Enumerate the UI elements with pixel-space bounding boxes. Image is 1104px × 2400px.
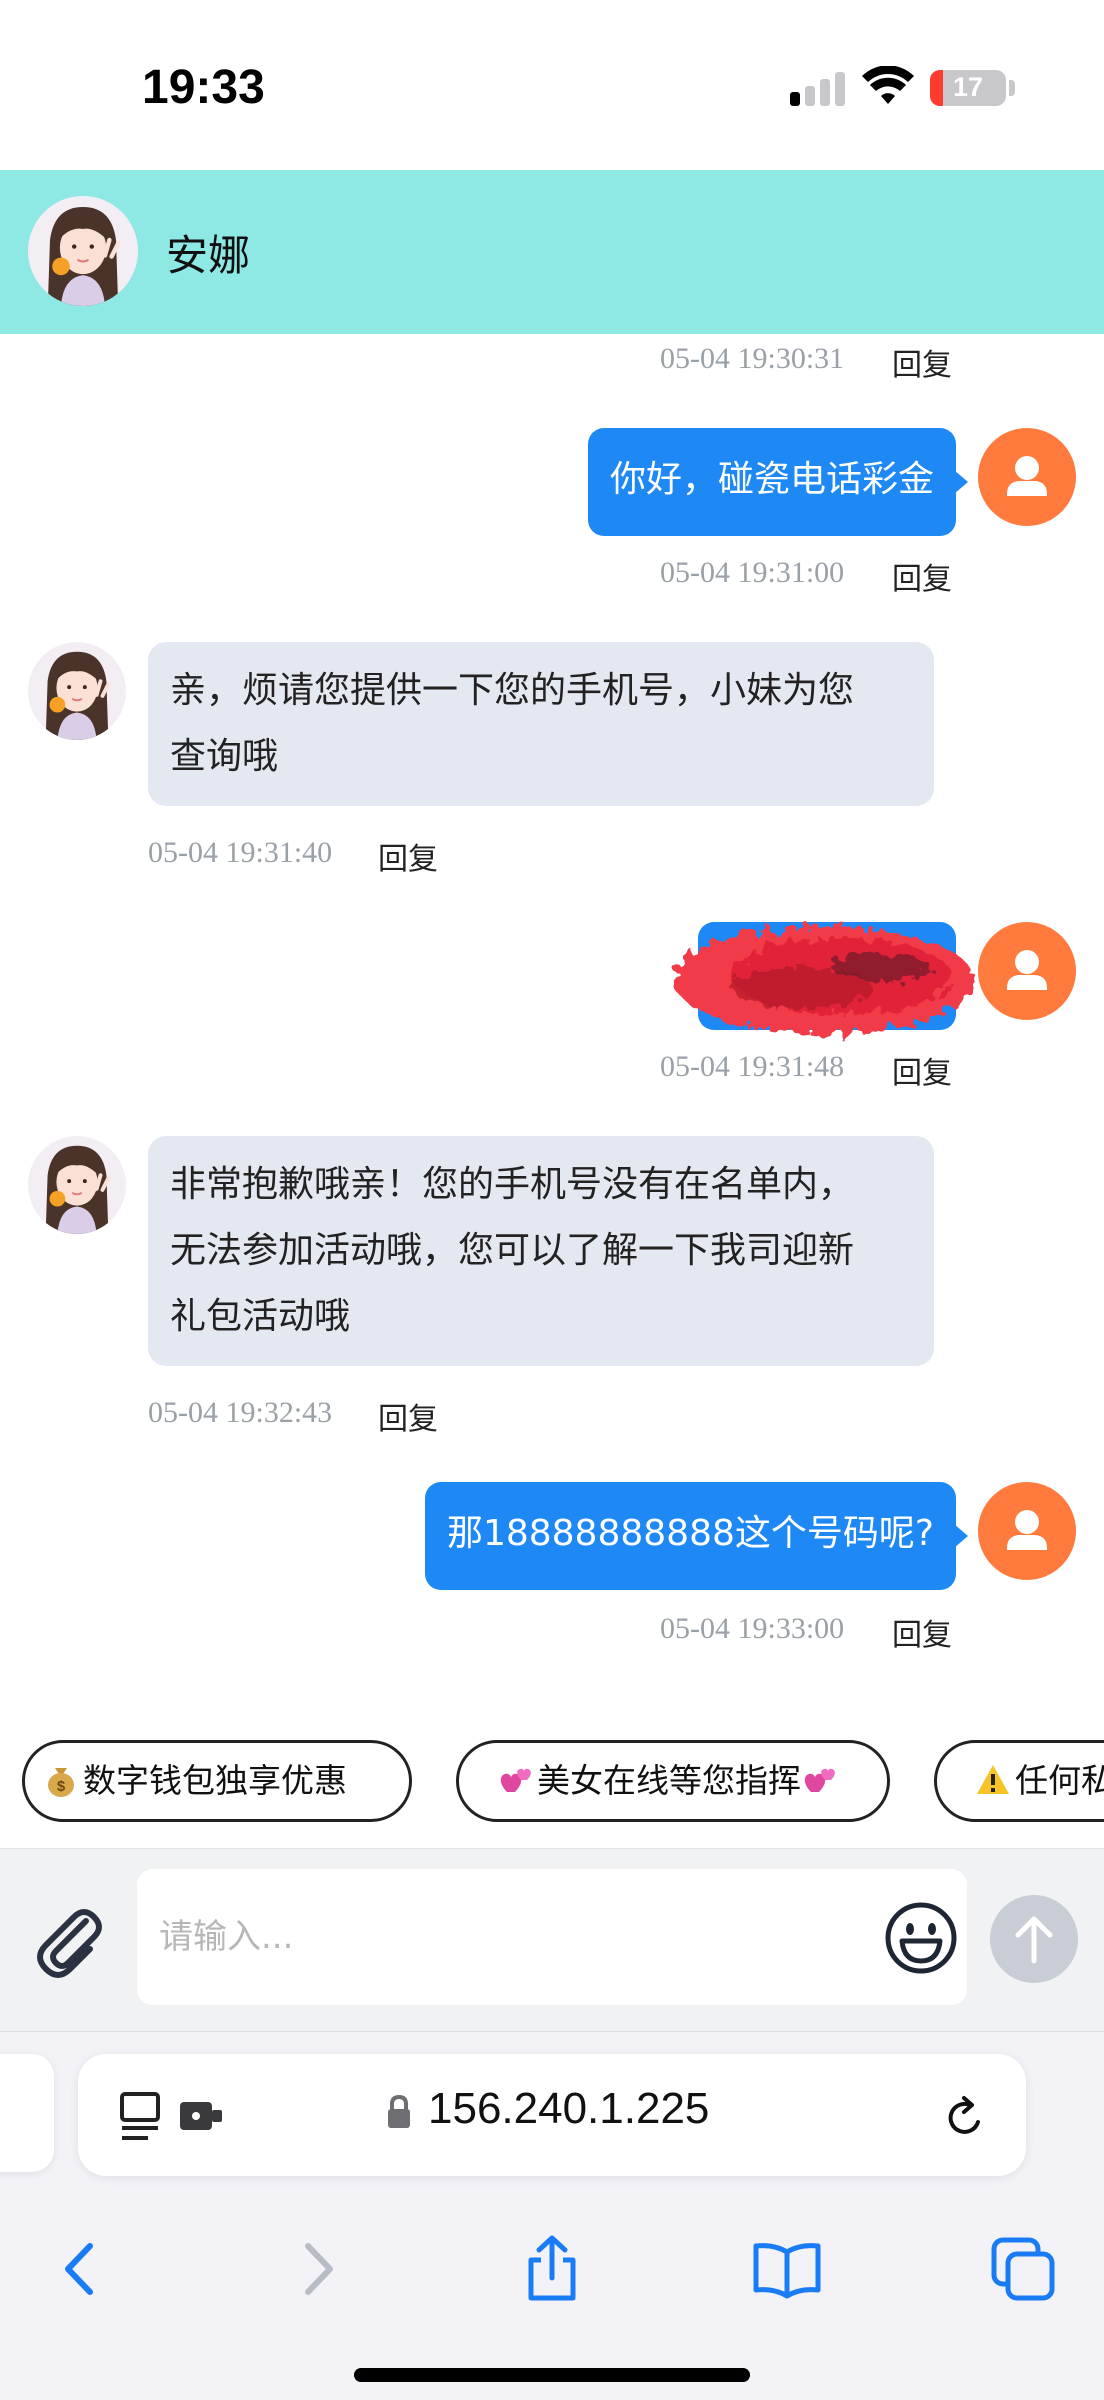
quick-reply-chip[interactable]: 美女在线等您指挥 [456, 1740, 890, 1822]
user-silhouette-icon [1007, 950, 1047, 990]
message-text-line: 礼包活动哦 [170, 1296, 351, 1337]
quick-reply-bar: $ 数字钱包独享优惠 美女在线等您指挥 任何私 [0, 1712, 1104, 1848]
cellular-signal-icon [790, 70, 846, 106]
home-indicator [354, 2368, 750, 2382]
money-bag-icon: $ [48, 1768, 74, 1797]
incoming-message-bubble: 亲，烦请您提供一下您的手机号，小妹为您 查询哦 [148, 642, 934, 806]
girl-avatar-image [28, 1136, 126, 1234]
contact-name: 安娜 [166, 231, 251, 280]
contact-avatar[interactable] [28, 196, 138, 306]
arrow-up-icon [1015, 1916, 1053, 1964]
previous-tab-edge[interactable] [0, 2054, 54, 2172]
forward-icon[interactable] [284, 2234, 354, 2304]
warning-icon [977, 1765, 1009, 1794]
outgoing-message-bubble: 那18888888888这个号码呢? [424, 1482, 969, 1590]
screen: 19:33 17 安娜 05-04 19:30:31 回复 你好，碰瓷电话彩金 … [0, 0, 1104, 2400]
quick-reply-label: 美女在线等您指挥 [537, 1761, 801, 1800]
user-avatar[interactable] [978, 428, 1076, 526]
address-bar[interactable]: 156.240.1.225 [78, 2054, 1026, 2176]
message-text-line: 查询哦 [170, 736, 279, 777]
status-time: 19:33 [142, 61, 265, 114]
battery-icon: 17 [930, 70, 1006, 106]
reply-link[interactable]: 回复 [378, 834, 438, 878]
reply-link[interactable]: 回复 [892, 340, 952, 384]
user-silhouette-icon [1007, 456, 1047, 496]
quick-reply-label: 数字钱包独享优惠 [83, 1761, 347, 1800]
page-menu-icon[interactable] [120, 2090, 240, 2142]
quick-reply-label: 任何私 [1015, 1761, 1104, 1800]
redaction-scribble [674, 926, 974, 1034]
message-input-area [0, 1848, 1104, 2032]
status-bar: 19:33 17 [0, 0, 1104, 170]
contact-avatar[interactable] [28, 642, 126, 740]
tabs-icon[interactable] [988, 2234, 1058, 2304]
browser-bar: 156.240.1.225 [0, 2032, 1104, 2400]
svg-text:$: $ [57, 1778, 66, 1795]
message-text-line: 无法参加活动哦，您可以了解一下我司迎新 [170, 1230, 855, 1271]
contact-avatar[interactable] [28, 1136, 126, 1234]
send-button[interactable] [990, 1895, 1078, 1983]
message-timestamp: 05-04 19:31:48 [660, 1050, 845, 1083]
message-input[interactable] [137, 1869, 967, 2005]
user-avatar[interactable] [978, 1482, 1076, 1580]
message-text: 那18888888888这个号码呢? [446, 1513, 934, 1554]
quick-reply-chip[interactable]: 任何私 [934, 1740, 1104, 1822]
girl-avatar-image [28, 196, 138, 306]
user-silhouette-icon [1007, 1510, 1047, 1550]
message-text-line: 亲，烦请您提供一下您的手机号，小妹为您 [170, 670, 855, 711]
share-icon[interactable] [517, 2234, 587, 2304]
message-timestamp: 05-04 19:31:40 [148, 836, 333, 869]
user-avatar[interactable] [978, 922, 1076, 1020]
reply-link[interactable]: 回复 [892, 554, 952, 598]
paperclip-icon[interactable] [30, 1899, 108, 1979]
url-text: 156.240.1.225 [428, 2084, 710, 2133]
back-icon[interactable] [44, 2234, 114, 2304]
battery-cap [1009, 80, 1015, 96]
emoji-smile-icon[interactable] [884, 1901, 958, 1975]
reply-link[interactable]: 回复 [892, 1610, 952, 1654]
message-timestamp: 05-04 19:32:43 [148, 1396, 333, 1429]
message-timestamp: 05-04 19:30:31 [660, 342, 845, 375]
message-timestamp: 05-04 19:33:00 [660, 1612, 845, 1645]
wifi-icon [862, 66, 914, 104]
reply-link[interactable]: 回复 [378, 1394, 438, 1438]
chat-header: 安娜 [0, 170, 1104, 334]
bookmarks-icon[interactable] [752, 2234, 822, 2304]
message-text-line: 非常抱歉哦亲！您的手机号没有在名单内， [170, 1164, 855, 1205]
two-hearts-icon [804, 1768, 835, 1792]
quick-reply-chip[interactable]: $ 数字钱包独享优惠 [22, 1740, 412, 1822]
battery-level: 17 [952, 72, 984, 102]
reply-link[interactable]: 回复 [892, 1048, 952, 1092]
reload-icon[interactable] [940, 2092, 990, 2142]
outgoing-message-bubble: 你好，碰瓷电话彩金 [587, 428, 969, 536]
two-hearts-icon [500, 1768, 531, 1792]
incoming-message-bubble: 非常抱歉哦亲！您的手机号没有在名单内， 无法参加活动哦，您可以了解一下我司迎新 … [148, 1136, 934, 1366]
message-timestamp: 05-04 19:31:00 [660, 556, 845, 589]
lock-icon [388, 2094, 410, 2128]
message-text: 你好，碰瓷电话彩金 [609, 459, 934, 500]
girl-avatar-image [28, 642, 126, 740]
